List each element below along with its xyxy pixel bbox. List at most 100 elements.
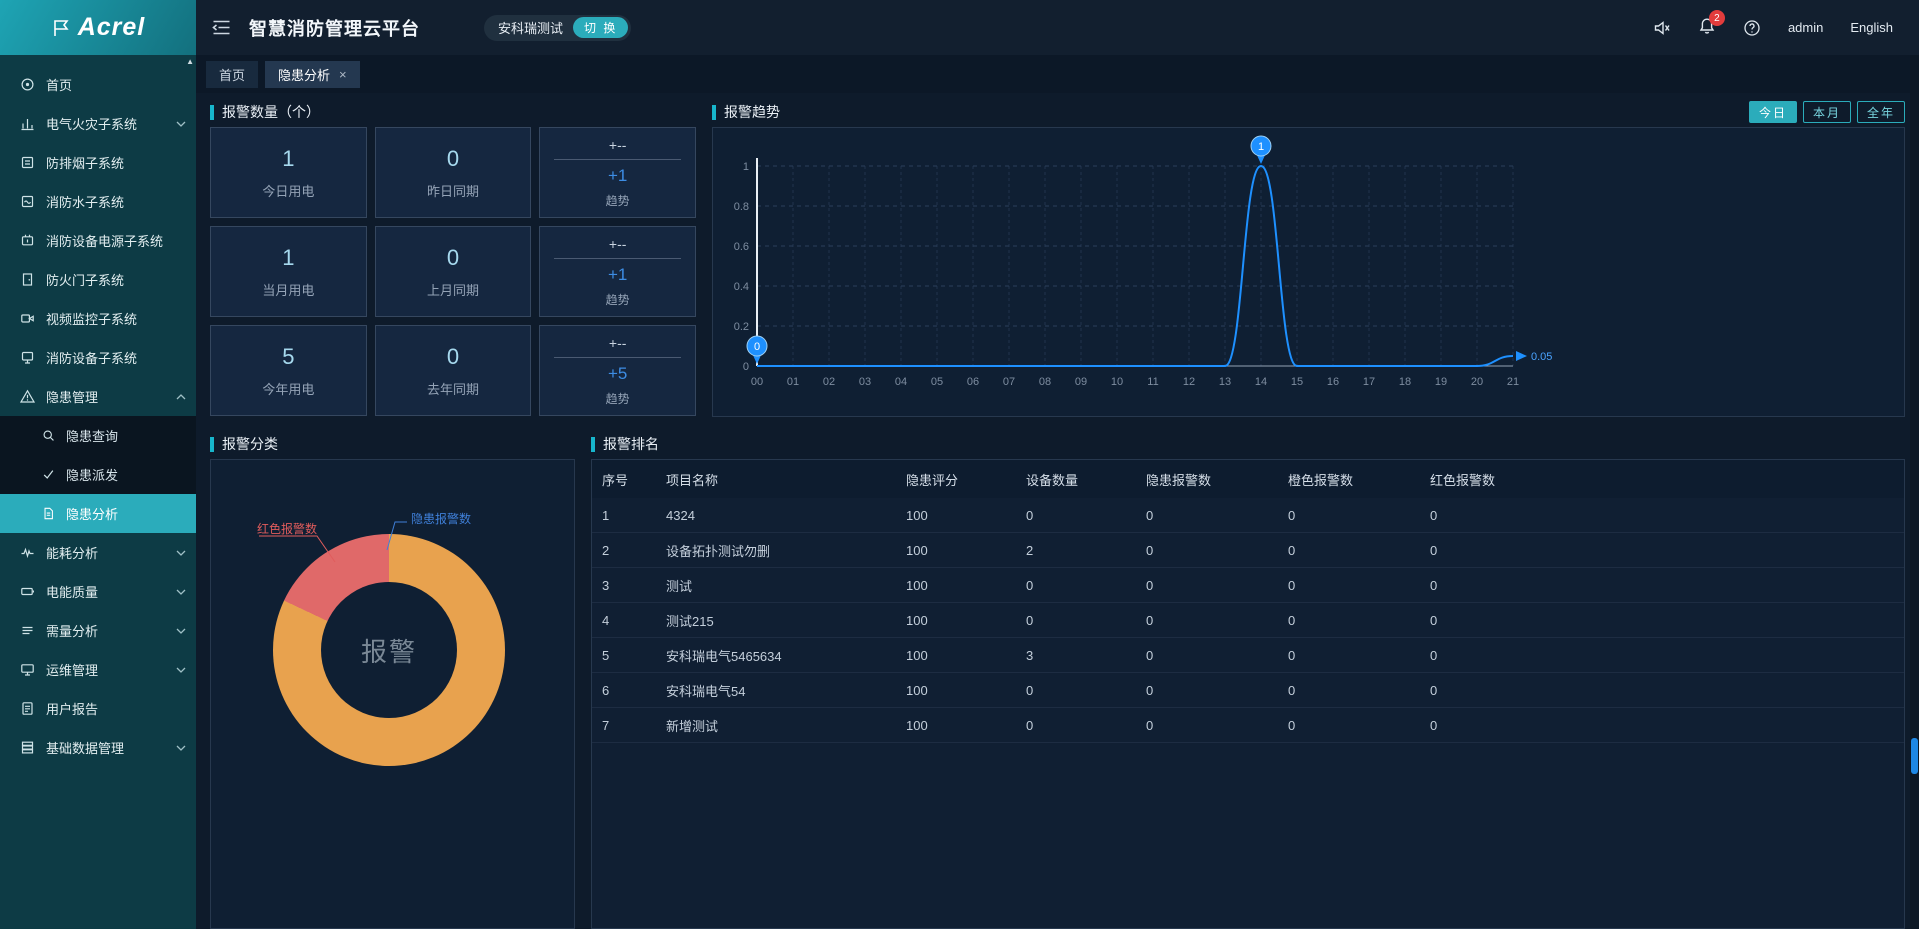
cell-seq: 5 bbox=[602, 648, 666, 663]
cell-seq: 7 bbox=[602, 718, 666, 733]
donut-label-red-alarms: 红色报警数 bbox=[257, 520, 317, 537]
language-switch[interactable]: English bbox=[1850, 20, 1893, 35]
chevron-down-icon bbox=[176, 549, 186, 557]
sidebar-item-ops-management[interactable]: 运维管理 bbox=[0, 650, 196, 689]
table-row[interactable]: 4 测试215 100 0 0 0 0 bbox=[592, 603, 1904, 638]
trend-chart[interactable]: 00.20.40.60.8100010203040506070809101112… bbox=[712, 127, 1905, 417]
username[interactable]: admin bbox=[1788, 20, 1823, 35]
trend-card-year: +-- +5 趋势 bbox=[539, 325, 696, 416]
sidebar-item-label: 需量分析 bbox=[46, 621, 98, 640]
table-row[interactable]: 1 4324 100 0 0 0 0 bbox=[592, 498, 1904, 533]
stat-card-yesterday: 0 昨日同期 bbox=[375, 127, 532, 218]
cell-red-alarms: 0 bbox=[1430, 543, 1904, 558]
alarm-class-title: 报警分类 bbox=[222, 434, 278, 454]
sidebar-item-fire-door[interactable]: 防火门子系统 bbox=[0, 260, 196, 299]
sidebar-item-electrical-fire[interactable]: 电气火灾子系统 bbox=[0, 104, 196, 143]
stat-value: 0 bbox=[447, 344, 459, 370]
alarm-count-title: 报警数量（个） bbox=[222, 102, 320, 122]
svg-text:18: 18 bbox=[1399, 376, 1411, 388]
svg-text:0.05: 0.05 bbox=[1531, 351, 1552, 363]
panel-accent-bar bbox=[712, 105, 716, 120]
cell-seq: 4 bbox=[602, 613, 666, 628]
tab-hazard-analysis[interactable]: 隐患分析 × bbox=[265, 61, 360, 88]
cell-devices: 0 bbox=[1026, 508, 1146, 523]
sidebar-item-label: 消防设备电源子系统 bbox=[46, 231, 163, 250]
help-icon[interactable] bbox=[1743, 19, 1761, 37]
sidebar-item-fire-water[interactable]: 消防水子系统 bbox=[0, 182, 196, 221]
table-row[interactable]: 6 安科瑞电气54 100 0 0 0 0 bbox=[592, 673, 1904, 708]
smoke-system-icon bbox=[20, 155, 35, 170]
sidebar-item-label: 隐患查询 bbox=[66, 426, 118, 445]
table-row[interactable]: 2 设备拓扑测试勿删 100 2 0 0 0 bbox=[592, 533, 1904, 568]
power-supply-icon bbox=[20, 233, 35, 248]
sidebar-item-energy-analysis[interactable]: 能耗分析 bbox=[0, 533, 196, 572]
sidebar-item-demand-analysis[interactable]: 需量分析 bbox=[0, 611, 196, 650]
cell-score: 100 bbox=[906, 683, 1026, 698]
stat-label: 今年用电 bbox=[262, 379, 314, 398]
table-row[interactable]: 3 测试 100 0 0 0 0 bbox=[592, 568, 1904, 603]
page-scrollbar[interactable] bbox=[1910, 55, 1919, 929]
sidebar-item-user-report[interactable]: 用户报告 bbox=[0, 689, 196, 728]
project-selector[interactable]: 安科瑞测试 切 换 bbox=[484, 15, 631, 41]
home-icon bbox=[20, 77, 35, 92]
dashboard-content: 报警数量（个） 1 今日用电 0 昨日同期 +-- bbox=[196, 93, 1919, 929]
stat-label: 今日用电 bbox=[262, 181, 314, 200]
tab-home[interactable]: 首页 bbox=[206, 61, 258, 88]
svg-text:11: 11 bbox=[1147, 376, 1158, 388]
svg-text:0: 0 bbox=[743, 361, 749, 373]
chevron-down-icon bbox=[176, 627, 186, 635]
stat-card-today: 1 今日用电 bbox=[210, 127, 367, 218]
table-row[interactable]: 7 新增测试 100 0 0 0 0 bbox=[592, 708, 1904, 743]
cell-devices: 2 bbox=[1026, 543, 1146, 558]
range-month-button[interactable]: 本月 bbox=[1803, 101, 1851, 123]
sidebar-scroll-up-icon[interactable]: ▲ bbox=[186, 57, 194, 66]
check-icon bbox=[42, 468, 55, 481]
svg-text:04: 04 bbox=[895, 376, 907, 388]
cell-orange-alarms: 0 bbox=[1288, 578, 1430, 593]
donut-chart[interactable]: 报警 红色报警数 隐患报警数 bbox=[210, 459, 575, 929]
sidebar-item-video-monitor[interactable]: 视频监控子系统 bbox=[0, 299, 196, 338]
cell-seq: 6 bbox=[602, 683, 666, 698]
sidebar-item-base-data[interactable]: 基础数据管理 bbox=[0, 728, 196, 767]
sidebar-item-fire-device[interactable]: 消防设备子系统 bbox=[0, 338, 196, 377]
app-window: Acrel 智慧消防管理云平台 安科瑞测试 切 换 2 admin Englis… bbox=[0, 0, 1919, 929]
svg-text:12: 12 bbox=[1183, 376, 1195, 388]
water-system-icon bbox=[20, 194, 35, 209]
sidebar-subitem-hazard-dispatch[interactable]: 隐患派发 bbox=[0, 455, 196, 494]
hazard-submenu: 隐患查询 隐患派发 隐患分析 bbox=[0, 416, 196, 533]
trend-delta: +5 bbox=[608, 364, 627, 384]
panel-accent-bar bbox=[591, 437, 595, 452]
cell-red-alarms: 0 bbox=[1430, 718, 1904, 733]
speaker-icon[interactable] bbox=[1653, 19, 1671, 37]
menu-collapse-icon[interactable] bbox=[212, 19, 231, 36]
cell-red-alarms: 0 bbox=[1430, 613, 1904, 628]
notifications-button[interactable]: 2 bbox=[1698, 17, 1716, 38]
divider bbox=[554, 159, 681, 160]
sidebar-subitem-hazard-query[interactable]: 隐患查询 bbox=[0, 416, 196, 455]
brand-flag-icon bbox=[51, 18, 71, 38]
stat-card-month: 1 当月用电 bbox=[210, 226, 367, 317]
sidebar-subitem-hazard-analysis[interactable]: 隐患分析 bbox=[0, 494, 196, 533]
sidebar-item-hazard-management[interactable]: 隐患管理 bbox=[0, 377, 196, 416]
tab-close-icon[interactable]: × bbox=[339, 68, 347, 81]
cell-score: 100 bbox=[906, 508, 1026, 523]
cell-hazard-alarms: 0 bbox=[1146, 578, 1288, 593]
sidebar-item-power-quality[interactable]: 电能质量 bbox=[0, 572, 196, 611]
table-row[interactable]: 5 安科瑞电气5465634 100 3 0 0 0 bbox=[592, 638, 1904, 673]
sidebar-item-fire-power[interactable]: 消防设备电源子系统 bbox=[0, 221, 196, 260]
switch-project-button[interactable]: 切 换 bbox=[573, 17, 628, 38]
svg-text:05: 05 bbox=[931, 376, 943, 388]
stat-label: 上月同期 bbox=[427, 280, 479, 299]
sidebar-item-label: 运维管理 bbox=[46, 660, 98, 679]
tab-bar: 首页 隐患分析 × bbox=[196, 55, 1919, 93]
range-today-button[interactable]: 今日 bbox=[1749, 101, 1797, 123]
sidebar-item-home[interactable]: 首页 bbox=[0, 65, 196, 104]
svg-text:17: 17 bbox=[1363, 376, 1375, 388]
sidebar-item-smoke-control[interactable]: 防排烟子系统 bbox=[0, 143, 196, 182]
panel-accent-bar bbox=[210, 437, 214, 452]
page-scrollbar-thumb[interactable] bbox=[1911, 738, 1918, 774]
stat-label: 昨日同期 bbox=[427, 181, 479, 200]
sidebar-item-label: 防火门子系统 bbox=[46, 270, 124, 289]
range-year-button[interactable]: 全年 bbox=[1857, 101, 1905, 123]
donut-center-label: 报警 bbox=[361, 632, 417, 669]
